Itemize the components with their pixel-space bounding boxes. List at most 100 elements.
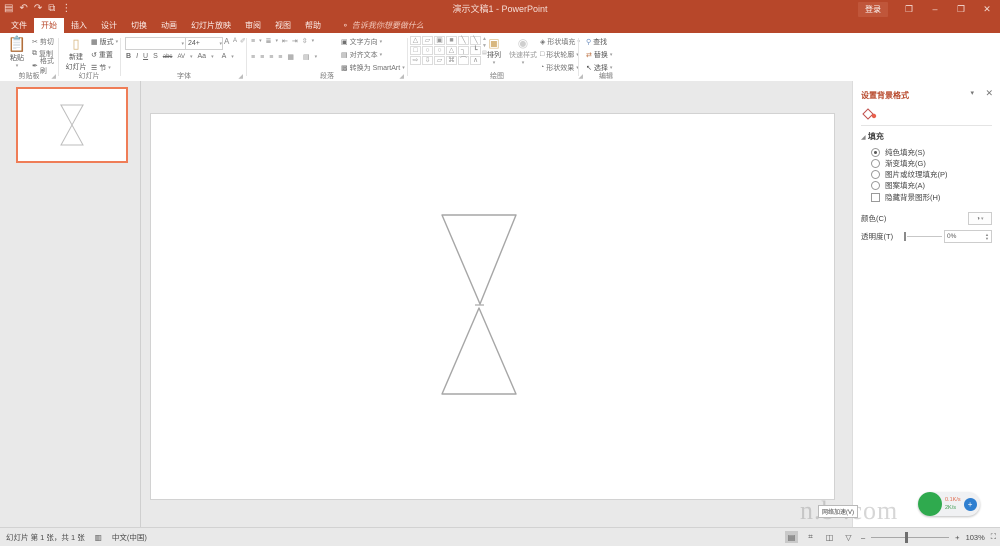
gradient-fill-radio[interactable] [871,159,880,168]
reading-view-button[interactable]: ◫ [823,531,836,543]
arrange-dropdown-icon[interactable]: ▾ [493,60,496,66]
minimize-icon[interactable]: – [922,0,948,18]
slider-knob[interactable] [904,232,906,241]
tab-help[interactable]: 帮助 [298,18,328,33]
zoom-knob[interactable] [905,532,908,543]
increase-font-size-icon[interactable]: A [224,37,229,46]
transparency-slider[interactable] [903,231,944,242]
font-color-button[interactable]: A [222,53,227,60]
close-icon[interactable]: ✕ [974,0,1000,18]
tab-insert[interactable]: 插入 [64,18,94,33]
tab-review[interactable]: 审阅 [238,18,268,33]
italic-button[interactable]: I [136,53,138,60]
decrease-indent-icon[interactable]: ⇤ [282,37,288,45]
tab-slideshow[interactable]: 幻灯片放映 [184,18,238,33]
quick-styles-button[interactable]: ◉ 快速样式 ▾ [509,36,537,66]
text-direction-dropdown-icon[interactable]: ▾ [380,39,383,45]
layout-dropdown-icon[interactable]: ▾ [116,39,119,45]
tab-home[interactable]: 开始 [34,18,64,33]
slide-show-button[interactable]: ▽ [842,531,855,543]
text-direction-button[interactable]: ▣ 文字方向 ▾ [341,36,382,47]
section-dropdown-icon[interactable]: ▾ [108,65,111,71]
hide-background-checkbox[interactable] [871,193,880,202]
shape-cell[interactable]: ⌘ [446,56,457,65]
restore-icon[interactable]: ❐ [948,0,974,18]
new-slide-button[interactable]: ▯ 新建 幻灯片 [63,36,89,72]
line-spacing-dropdown-icon[interactable]: ▾ [312,38,315,44]
option-hide-background-graphics[interactable]: 隐藏背景图形(H) [871,192,940,203]
solid-fill-radio[interactable] [871,148,880,157]
tell-me-search[interactable]: ⚬ 告诉我你想要做什么 [342,18,424,33]
shape-cell[interactable]: ╲ [458,36,469,45]
paste-dropdown-icon[interactable]: ▾ [16,63,19,69]
shape-cell[interactable]: ┗ [470,46,481,55]
shape-cell[interactable]: ▱ [434,56,445,65]
shape-cell[interactable]: ╲ [470,36,481,45]
font-name-input[interactable]: ▾ [125,37,187,50]
option-solid-fill[interactable]: 纯色填充(S) [871,147,925,158]
replace-dropdown-icon[interactable]: ▾ [610,52,613,58]
shape-cell[interactable]: ┐ [458,46,469,55]
color-dropdown-icon[interactable]: ▾ [981,216,984,222]
zoom-slider[interactable] [871,531,949,543]
reset-button[interactable]: ↺ 重置 [91,49,113,60]
fill-section-header[interactable]: ◢ 填充 [861,131,884,142]
bold-button[interactable]: B [126,53,131,60]
slide-editing-canvas[interactable] [141,81,852,528]
font-dialog-launcher[interactable]: ◢ [238,73,243,80]
shape-fill-button[interactable]: ◈ 形状填充 ▾ [540,36,580,47]
justify-icon[interactable]: ≡ [278,54,282,61]
font-name-dropdown-icon[interactable]: ▾ [181,41,184,47]
font-size-input[interactable]: 24+ ▾ [185,37,223,50]
zoom-in-button[interactable]: + [955,533,959,542]
shapes-gallery[interactable]: △ ▱ ▣ ■ ╲ ╲ □ ○ ○ △ ┐ ┗ ⇨ ⇩ ▱ ⌘ ⌒ [410,36,487,65]
numbering-icon[interactable]: ≣ [266,37,272,45]
find-button[interactable]: ⚲ 查找 [586,36,607,47]
underline-button[interactable]: U [143,53,148,60]
clipboard-dialog-launcher[interactable]: ◢ [51,73,56,80]
shape-cell[interactable]: ■ [446,36,457,45]
slide-sorter-view-button[interactable]: ⌗ [804,531,817,543]
tab-view[interactable]: 视图 [268,18,298,33]
transparency-spinner[interactable]: 0% ▲▼ [944,230,992,243]
numbering-dropdown-icon[interactable]: ▾ [275,38,278,44]
shape-cell[interactable]: ∧ [470,56,481,65]
text-direction-grid-icon[interactable]: ▤ [303,53,310,61]
normal-view-button[interactable]: ▤ [785,531,798,543]
align-text-dropdown-icon[interactable]: ▾ [380,52,383,58]
shape-cell[interactable]: ⇨ [410,56,421,65]
format-painter-button[interactable]: ✒ 格式刷 [32,60,58,71]
picture-fill-radio[interactable] [871,170,880,179]
align-center-icon[interactable]: ≡ [260,54,264,61]
shape-cell[interactable]: ○ [422,46,433,55]
shape-cell[interactable]: △ [446,46,457,55]
clear-formatting-icon[interactable]: ✐ [240,37,246,45]
fit-to-window-icon[interactable]: ⛶ [991,532,996,542]
layout-button[interactable]: ▦ 版式 ▾ [91,36,118,47]
paragraph-dialog-launcher[interactable]: ◢ [399,73,404,80]
shape-cell[interactable]: ▣ [434,36,445,45]
sign-in-button[interactable]: 登录 [858,2,888,17]
bullets-icon[interactable]: ≡ [251,38,255,45]
ribbon-display-options-icon[interactable]: ❐ [896,0,922,18]
shape-cell[interactable]: ○ [434,46,445,55]
fill-category-icon[interactable] [861,107,877,123]
columns-icon[interactable]: ▦ [287,53,294,61]
font-color-dropdown-icon[interactable]: ▾ [231,54,234,60]
slide-thumbnail-1[interactable] [16,87,128,163]
character-spacing-button[interactable]: AV [177,54,185,60]
pane-close-icon[interactable]: ✕ [985,88,993,99]
tab-design[interactable]: 设计 [94,18,124,33]
tab-transitions[interactable]: 切换 [124,18,154,33]
shape-cell[interactable]: ⌒ [458,56,469,65]
tab-file[interactable]: 文件 [4,18,34,33]
bowtie-hourglass-shape[interactable] [439,212,519,397]
shape-cell[interactable]: ⇩ [422,56,433,65]
smartart-dropdown-icon[interactable]: ▾ [402,65,405,71]
section-collapse-icon[interactable]: ◢ [861,135,866,141]
character-spacing-dropdown-icon[interactable]: ▾ [190,54,193,60]
pattern-fill-radio[interactable] [871,181,880,190]
font-size-dropdown-icon[interactable]: ▾ [219,41,222,47]
network-speed-widget[interactable]: 0.1K/s 2K/s + [918,492,980,516]
spinner-arrows-icon[interactable]: ▲▼ [985,233,989,241]
